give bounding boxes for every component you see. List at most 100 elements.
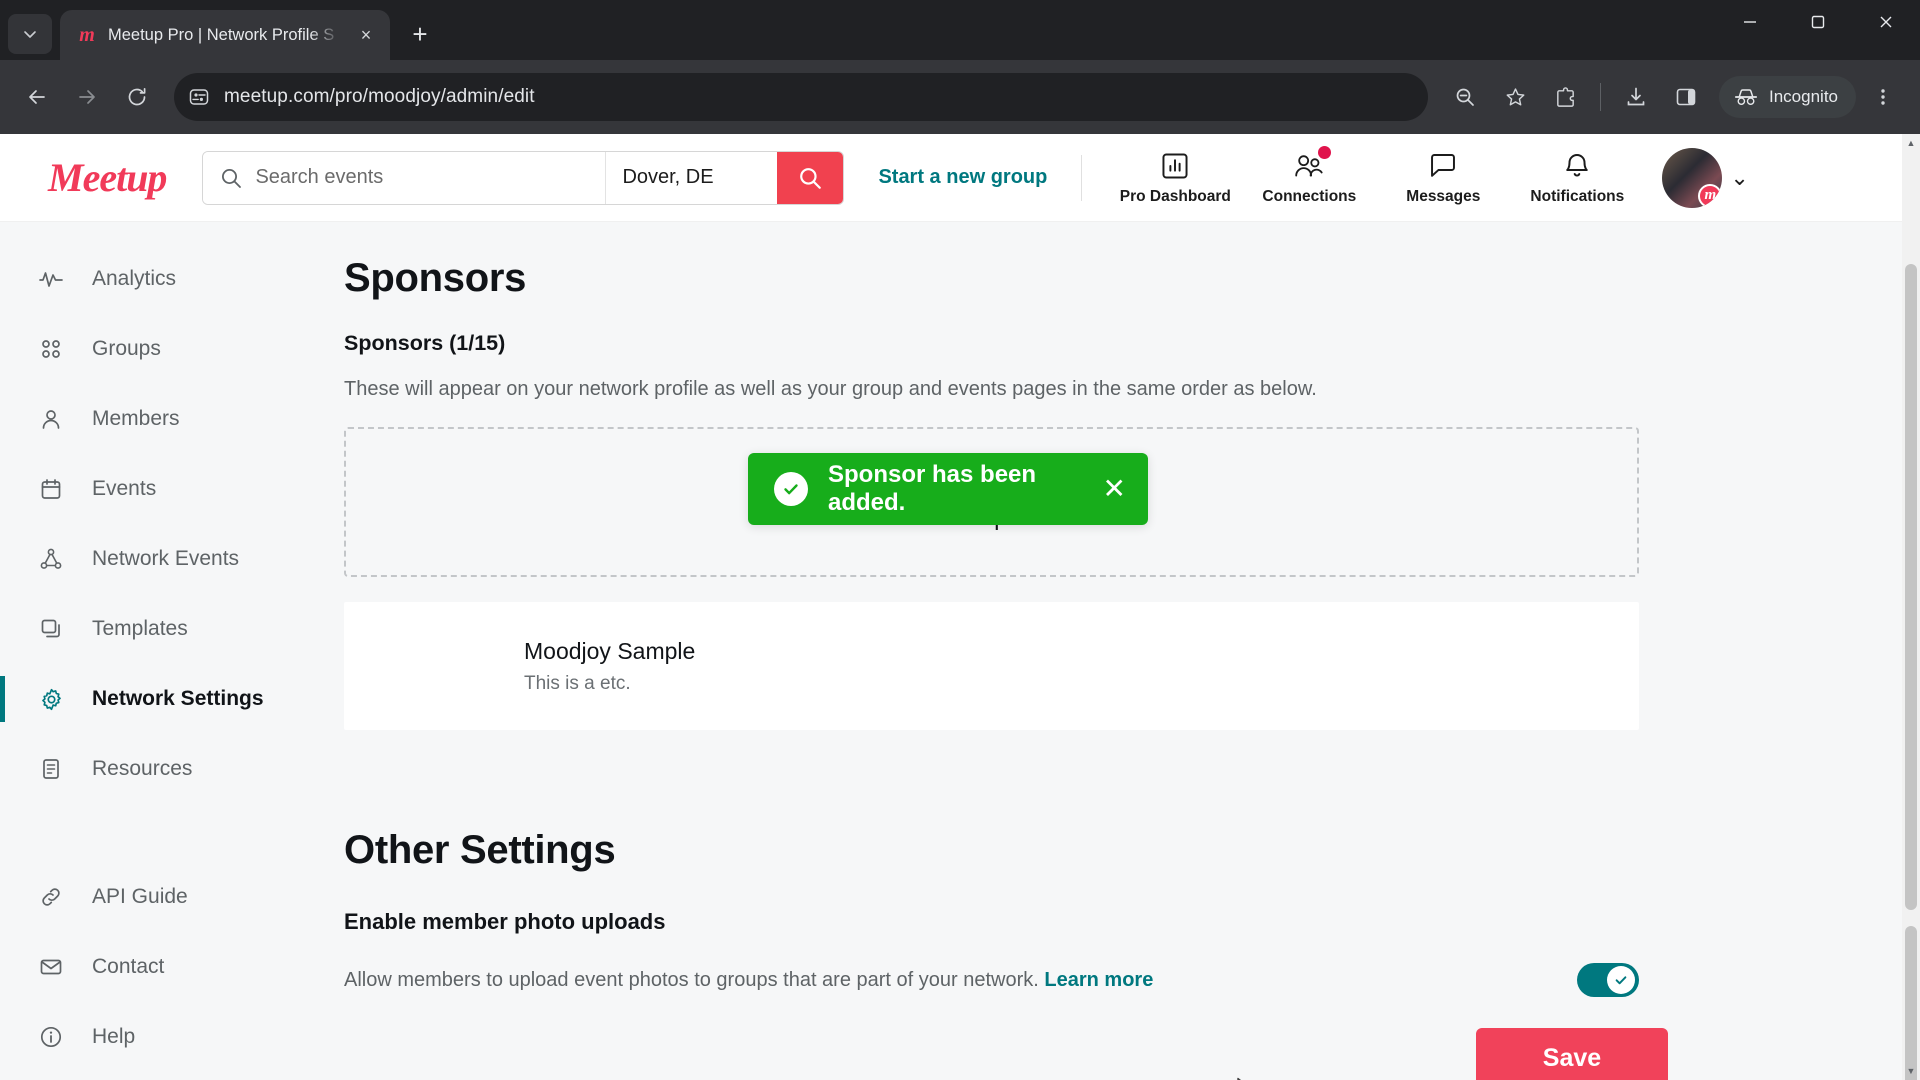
save-button[interactable]: Save xyxy=(1476,1028,1668,1080)
extensions-icon xyxy=(1556,86,1574,107)
nav-notifications[interactable]: Notifications xyxy=(1510,149,1644,206)
sidebar-item-label: Analytics xyxy=(92,267,177,290)
sidebar-item-events[interactable]: Events xyxy=(0,454,340,524)
start-new-group-link[interactable]: Start a new group xyxy=(878,166,1047,189)
learn-more-link[interactable]: Learn more xyxy=(1044,969,1153,991)
location-input[interactable] xyxy=(622,166,762,189)
nav-pro-dashboard[interactable]: Pro Dashboard xyxy=(1108,149,1242,206)
sidebar-item-label: Resources xyxy=(92,757,193,780)
sponsors-helper-text: These will appear on your network profil… xyxy=(344,378,1317,400)
incognito-label: Incognito xyxy=(1769,87,1838,106)
other-settings-title: Other Settings xyxy=(344,828,616,872)
sponsor-description: This is a etc. xyxy=(524,672,631,694)
scrollbar-thumb[interactable] xyxy=(1905,264,1917,910)
avatar[interactable]: m xyxy=(1662,147,1723,208)
page-viewport: Meetup Search events Dover, DE Start a n… xyxy=(0,134,1920,1080)
minimize-button[interactable] xyxy=(1716,0,1784,44)
notification-badge xyxy=(1318,146,1332,159)
setting-row-photo-uploads: Allow members to upload event photos to … xyxy=(344,963,1639,997)
scrollbar-thumb-secondary[interactable] xyxy=(1905,926,1917,1080)
search-icon xyxy=(222,168,242,188)
back-button[interactable] xyxy=(14,74,60,120)
search-input[interactable] xyxy=(255,166,590,189)
sidebar-item-label: Contact xyxy=(92,955,165,978)
sidebar-item-network-settings[interactable]: Network Settings xyxy=(0,664,340,734)
gear-icon xyxy=(36,687,66,712)
sponsor-list-item[interactable]: Moodjoy Sample This is a etc. xyxy=(344,602,1639,730)
sponsors-count-label: Sponsors (1/15) xyxy=(344,331,506,355)
address-bar[interactable]: meetup.com/pro/moodjoy/admin/edit xyxy=(174,73,1428,121)
permissions-icon[interactable] xyxy=(188,86,210,108)
check-circle-icon xyxy=(774,472,808,506)
side-panel-button[interactable] xyxy=(1663,74,1709,120)
chevron-down-icon[interactable]: ⌄ xyxy=(1730,165,1748,191)
profile-menu[interactable]: m ⌄ xyxy=(1662,147,1749,208)
sidebar-item-network-events[interactable]: Network Events xyxy=(0,524,340,594)
sidebar-item-label: Members xyxy=(92,407,180,430)
location-field[interactable] xyxy=(605,151,778,204)
calendar-icon xyxy=(36,477,66,501)
close-icon[interactable]: × xyxy=(352,21,380,49)
chart-bar-icon xyxy=(1162,153,1188,179)
sidebar-item-analytics[interactable]: Analytics xyxy=(0,244,340,314)
grid-dots-icon xyxy=(36,337,66,361)
nav-messages[interactable]: Messages xyxy=(1376,149,1510,206)
success-toast: Sponsor has been added. ✕ xyxy=(748,453,1148,525)
downloads-button[interactable] xyxy=(1613,74,1659,120)
reload-button[interactable] xyxy=(114,74,160,120)
sidebar-item-label: Help xyxy=(92,1025,136,1048)
browser-tab[interactable]: m Meetup Pro | Network Profile S × xyxy=(60,10,390,60)
toolbar-divider xyxy=(1600,83,1601,111)
admin-sidebar: Analytics Groups Members Events Network … xyxy=(0,222,340,1080)
scroll-down-arrow[interactable]: ▼ xyxy=(1902,1062,1920,1080)
header-divider xyxy=(1081,154,1083,201)
sidebar-item-resources[interactable]: Resources xyxy=(0,734,340,804)
photo-uploads-toggle[interactable] xyxy=(1577,963,1639,997)
search-events-field[interactable] xyxy=(203,151,606,204)
sidebar-item-contact[interactable]: Contact xyxy=(0,932,340,1002)
extensions-button[interactable] xyxy=(1542,74,1588,120)
sidebar-item-help[interactable]: Help xyxy=(0,1002,340,1072)
sidebar-item-templates[interactable]: Templates xyxy=(0,594,340,664)
incognito-icon xyxy=(1734,89,1758,106)
new-tab-button[interactable]: + xyxy=(400,14,440,54)
scroll-up-arrow[interactable]: ▲ xyxy=(1902,134,1920,152)
browser-toolbar: meetup.com/pro/moodjoy/admin/edit Incogn… xyxy=(0,60,1920,134)
nav-connections[interactable]: Connections xyxy=(1242,146,1376,206)
forward-button[interactable] xyxy=(64,74,110,120)
meetup-logo[interactable]: Meetup xyxy=(48,154,167,201)
minimize-icon xyxy=(1744,21,1756,23)
tab-search-button[interactable] xyxy=(8,14,52,54)
search-submit-button[interactable] xyxy=(777,151,844,204)
sidebar-item-label: Events xyxy=(92,477,157,500)
page-scrollbar[interactable]: ▲ ▼ xyxy=(1902,134,1920,1080)
page-body: Analytics Groups Members Events Network … xyxy=(0,222,1920,1080)
zoom-out-button[interactable] xyxy=(1442,74,1488,120)
close-icon xyxy=(1880,16,1892,28)
maximize-icon xyxy=(1811,15,1825,29)
url-text: meetup.com/pro/moodjoy/admin/edit xyxy=(224,86,535,107)
setting-description-text: Allow members to upload event photos to … xyxy=(344,968,1039,991)
toast-message: Sponsor has been added. xyxy=(828,461,1037,516)
sidebar-item-api-guide[interactable]: API Guide xyxy=(0,862,340,932)
setting-title-photo-uploads: Enable member photo uploads xyxy=(344,909,666,934)
maximize-button[interactable] xyxy=(1784,0,1852,44)
search-bar xyxy=(202,150,845,205)
incognito-indicator[interactable]: Incognito xyxy=(1719,76,1856,118)
main-content: Sponsors Sponsors (1/15) These will appe… xyxy=(340,222,1920,1080)
document-icon xyxy=(36,757,66,781)
network-icon xyxy=(36,547,66,571)
zoom-out-icon xyxy=(1456,88,1474,106)
bookmark-button[interactable] xyxy=(1492,74,1538,120)
tab-strip: m Meetup Pro | Network Profile S × + xyxy=(0,0,1920,60)
back-arrow-icon xyxy=(29,90,45,104)
sidebar-item-label: Templates xyxy=(92,617,188,640)
close-window-button[interactable] xyxy=(1852,0,1920,44)
chevron-down-icon xyxy=(24,31,36,38)
sidebar-item-groups[interactable]: Groups xyxy=(0,314,340,384)
browser-menu-button[interactable] xyxy=(1860,74,1906,120)
sidebar-item-members[interactable]: Members xyxy=(0,384,340,454)
setting-description: Allow members to upload event photos to … xyxy=(344,969,1153,992)
toast-close-icon[interactable]: ✕ xyxy=(1103,475,1126,503)
tab-title: Meetup Pro | Network Profile S xyxy=(108,25,335,44)
